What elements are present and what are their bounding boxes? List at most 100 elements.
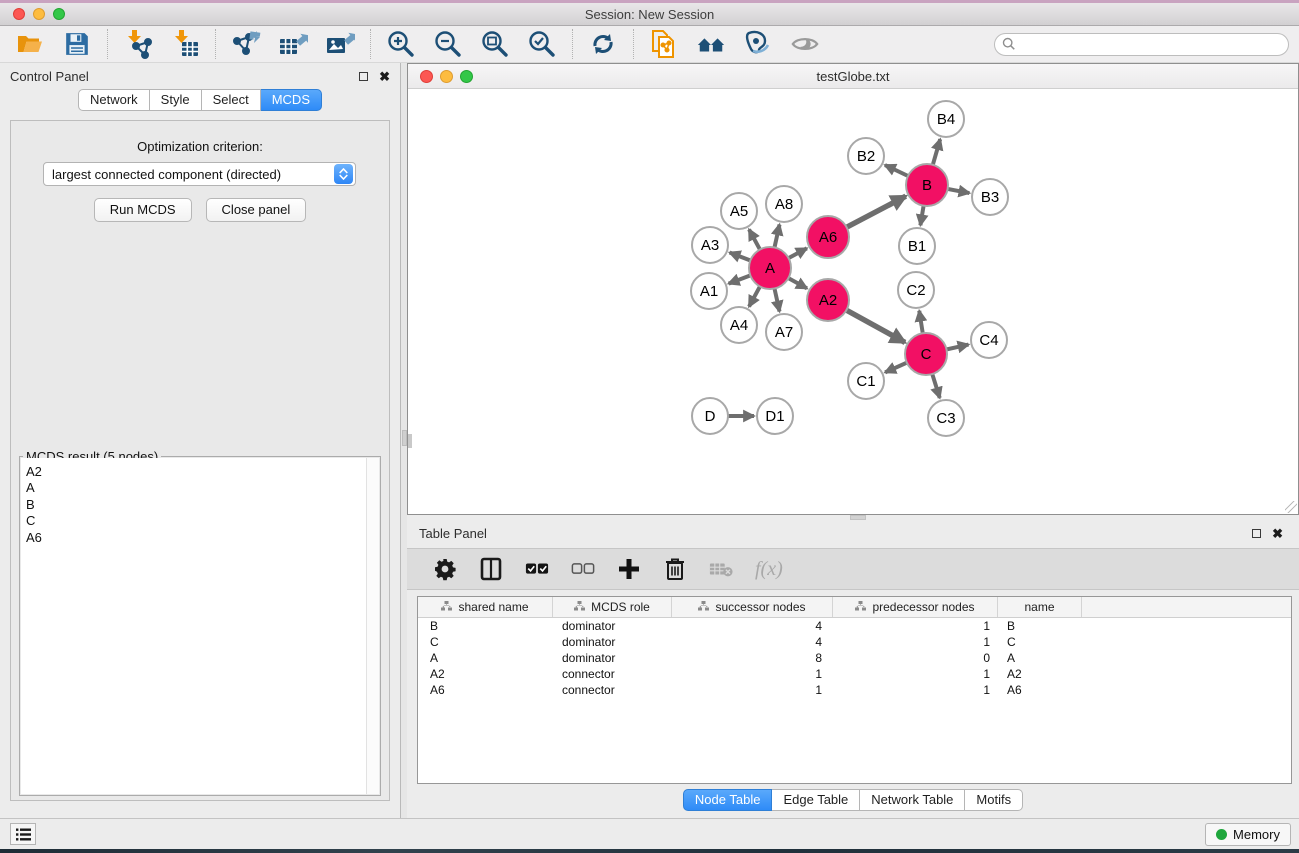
search-input[interactable] <box>1021 37 1288 51</box>
status-bar: Memory <box>0 818 1299 849</box>
node-A5[interactable]: A5 <box>721 193 757 229</box>
close-panel-button[interactable]: Close panel <box>206 198 307 222</box>
zoom-in-icon[interactable] <box>386 29 416 59</box>
node-label: A7 <box>775 324 793 341</box>
settings-gear-icon[interactable] <box>433 556 457 582</box>
tab-edge-table[interactable]: Edge Table <box>772 789 860 811</box>
node-B3[interactable]: B3 <box>972 179 1008 215</box>
node-B1[interactable]: B1 <box>899 228 935 264</box>
zoom-out-icon[interactable] <box>433 29 463 59</box>
select-all-icon[interactable] <box>525 556 549 582</box>
memory-button[interactable]: Memory <box>1205 823 1291 846</box>
table-row[interactable]: A6connector11A6 <box>418 682 1291 698</box>
zoom-selected-icon[interactable] <box>527 29 557 59</box>
node-C1[interactable]: C1 <box>848 363 884 399</box>
save-session-icon[interactable] <box>62 29 92 59</box>
mcds-result-item[interactable]: A2 <box>26 464 379 480</box>
delete-column-icon[interactable] <box>663 556 687 582</box>
mcds-result-group: MCDS result (5 nodes) A2ABCA6 <box>19 456 381 796</box>
node-D1[interactable]: D1 <box>757 398 793 434</box>
mcds-result-item[interactable]: A6 <box>26 530 379 546</box>
column-header-successor-nodes[interactable]: successor nodes <box>672 597 833 617</box>
search-box[interactable] <box>994 33 1289 56</box>
network-canvas[interactable]: B4 B2 B B3 A8A5 A6 A3 B1 A A1 C2 A2 A4 A7 C4 C C1 C3 D D1 <box>408 89 1298 513</box>
node-A[interactable]: A <box>749 247 791 289</box>
mcds-result-item[interactable]: C <box>26 513 379 529</box>
column-header-predecessor-nodes[interactable]: predecessor nodes <box>833 597 998 617</box>
open-file-icon[interactable] <box>15 29 45 59</box>
network-window-resize-corner[interactable] <box>1285 501 1297 513</box>
network-window-titlebar[interactable]: testGlobe.txt <box>408 64 1298 89</box>
node-A6[interactable]: A6 <box>807 216 849 258</box>
mcds-result-item[interactable]: A <box>26 480 379 496</box>
float-panel-icon[interactable] <box>359 72 368 81</box>
network-window-resize-grip[interactable] <box>408 434 412 448</box>
node-table[interactable]: shared nameMCDS rolesuccessor nodesprede… <box>417 596 1292 784</box>
node-A3[interactable]: A3 <box>692 227 728 263</box>
node-B4[interactable]: B4 <box>928 101 964 137</box>
refresh-layout-icon[interactable] <box>588 29 618 59</box>
control-panel: Control Panel ✖ NetworkStyleSelectMCDS O… <box>0 63 400 818</box>
close-panel-icon[interactable]: ✖ <box>379 72 390 81</box>
node-C3[interactable]: C3 <box>928 400 964 436</box>
node-A8[interactable]: A8 <box>766 186 802 222</box>
vertical-splitter[interactable] <box>400 63 407 818</box>
column-type-icon <box>698 600 709 614</box>
zoom-fit-icon[interactable] <box>480 29 510 59</box>
mcds-result-item[interactable]: B <box>26 497 379 513</box>
close-table-panel-icon[interactable]: ✖ <box>1272 529 1283 538</box>
export-network-icon[interactable] <box>231 29 261 59</box>
show-columns-icon[interactable] <box>479 556 503 582</box>
node-A4[interactable]: A4 <box>721 307 757 343</box>
tab-node-table[interactable]: Node Table <box>683 789 773 811</box>
tab-network-table[interactable]: Network Table <box>860 789 965 811</box>
tab-select[interactable]: Select <box>202 89 261 111</box>
export-table-icon[interactable] <box>278 29 308 59</box>
optimization-criterion-select[interactable]: largest connected component (directed) <box>43 162 356 186</box>
window-title: Session: New Session <box>0 7 1299 22</box>
node-label: C1 <box>856 373 875 390</box>
tab-network[interactable]: Network <box>78 89 150 111</box>
node-C[interactable]: C <box>905 333 947 375</box>
add-column-icon[interactable] <box>617 556 641 582</box>
node-D[interactable]: D <box>692 398 728 434</box>
export-image-icon[interactable] <box>325 29 355 59</box>
tab-style[interactable]: Style <box>150 89 202 111</box>
table-row[interactable]: A2connector11A2 <box>418 666 1291 682</box>
function-builder-icon[interactable]: f(x) <box>755 558 783 581</box>
delete-table-icon[interactable] <box>709 556 733 582</box>
node-table-body: Bdominator41BCdominator41CAdominator80AA… <box>418 618 1291 698</box>
table-row[interactable]: Bdominator41B <box>418 618 1291 634</box>
show-style-icon[interactable] <box>743 29 773 59</box>
show-hide-icon[interactable] <box>790 29 820 59</box>
node-C4[interactable]: C4 <box>971 322 1007 358</box>
task-history-button[interactable] <box>10 823 36 845</box>
unselect-all-icon[interactable] <box>571 556 595 582</box>
network-view-window: testGlobe.txt B4 B2 B B3 A8A5 A6 A3 B1 A A1 C2 A2 A4… <box>407 63 1299 515</box>
tab-mcds[interactable]: MCDS <box>261 89 322 111</box>
node-A1[interactable]: A1 <box>691 273 727 309</box>
node-B2[interactable]: B2 <box>848 138 884 174</box>
new-network-from-selection-icon[interactable] <box>649 29 679 59</box>
window-titlebar[interactable]: Session: New Session <box>0 3 1299 26</box>
node-label: A <box>765 260 775 277</box>
tab-motifs[interactable]: Motifs <box>965 789 1023 811</box>
float-table-panel-icon[interactable] <box>1252 529 1261 538</box>
column-header-shared-name[interactable]: shared name <box>418 597 553 617</box>
mcds-result-list[interactable]: A2ABCA6 <box>21 458 379 794</box>
node-label: D1 <box>765 408 784 425</box>
node-C2[interactable]: C2 <box>898 272 934 308</box>
column-header-MCDS-role[interactable]: MCDS role <box>553 597 672 617</box>
node-A7[interactable]: A7 <box>766 314 802 350</box>
run-mcds-button[interactable]: Run MCDS <box>94 198 192 222</box>
mcds-result-scrollbar[interactable] <box>366 458 379 794</box>
import-network-icon[interactable] <box>123 29 153 59</box>
table-row[interactable]: Adominator80A <box>418 650 1291 666</box>
node-B[interactable]: B <box>906 164 948 206</box>
node-label: A4 <box>730 317 748 334</box>
first-neighbors-icon[interactable] <box>696 29 726 59</box>
import-table-icon[interactable] <box>170 29 200 59</box>
table-row[interactable]: Cdominator41C <box>418 634 1291 650</box>
column-header-name[interactable]: name <box>998 597 1082 617</box>
node-A2[interactable]: A2 <box>807 279 849 321</box>
